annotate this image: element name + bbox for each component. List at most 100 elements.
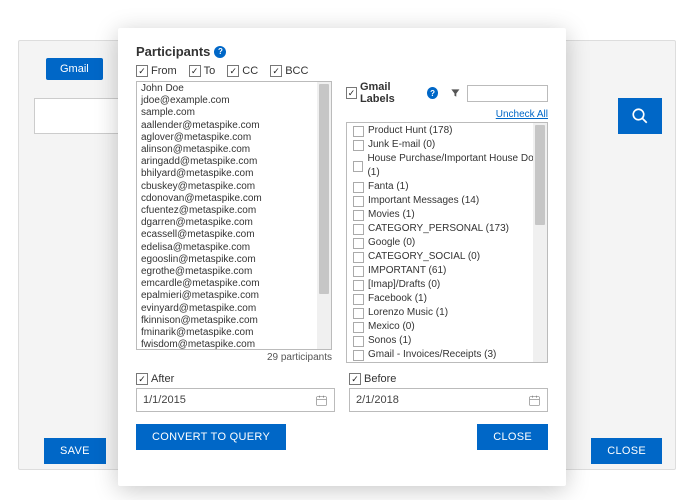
participants-heading: Participants ?: [136, 44, 548, 59]
label-checkbox[interactable]: [353, 252, 364, 263]
label-checkbox[interactable]: [353, 322, 364, 333]
participant-item[interactable]: ecassell@metaspike.com: [141, 229, 331, 241]
label-checkbox[interactable]: [353, 161, 363, 172]
label-text: Junk E-mail (0): [368, 138, 435, 152]
cc-checkbox[interactable]: ✓CC: [227, 65, 258, 77]
label-text: [Imap]/Drafts (0): [368, 278, 440, 292]
label-checkbox[interactable]: [353, 210, 364, 221]
calendar-icon: [315, 394, 328, 407]
label-text: CATEGORY_SOCIAL (0): [368, 250, 480, 264]
label-item[interactable]: Important Messages (14): [353, 194, 547, 208]
label-checkbox[interactable]: [353, 350, 364, 361]
participant-item[interactable]: fwisdom@metaspike.com: [141, 339, 331, 350]
participant-item[interactable]: edelisa@metaspike.com: [141, 242, 331, 254]
save-button[interactable]: SAVE: [44, 438, 106, 464]
participant-item[interactable]: John Doe: [141, 83, 331, 95]
participant-item[interactable]: cdonovan@metaspike.com: [141, 193, 331, 205]
label-item[interactable]: TestWithSlash/Hohoh (0): [353, 362, 547, 363]
search-button[interactable]: [618, 98, 662, 134]
label-checkbox[interactable]: [353, 182, 364, 193]
label-item[interactable]: Movies (1): [353, 208, 547, 222]
label-text: Movies (1): [368, 208, 415, 222]
participant-item[interactable]: aringadd@metaspike.com: [141, 156, 331, 168]
label-checkbox[interactable]: [353, 140, 364, 151]
label-item[interactable]: Junk E-mail (0): [353, 138, 547, 152]
label-item[interactable]: Product Hunt (178): [353, 124, 547, 138]
label-item[interactable]: CATEGORY_SOCIAL (0): [353, 250, 547, 264]
participant-item[interactable]: emcardle@metaspike.com: [141, 278, 331, 290]
label-item[interactable]: Google (0): [353, 236, 547, 250]
participant-item[interactable]: cfuentez@metaspike.com: [141, 205, 331, 217]
before-checkbox[interactable]: ✓Before: [349, 373, 396, 385]
after-date-input[interactable]: 1/1/2015: [136, 388, 335, 412]
from-checkbox[interactable]: ✓From: [136, 65, 177, 77]
label-text: IMPORTANT (61): [368, 264, 446, 278]
label-checkbox[interactable]: [353, 336, 364, 347]
uncheck-all-link[interactable]: Uncheck All: [346, 109, 548, 120]
label-item[interactable]: Mexico (0): [353, 320, 547, 334]
info-icon[interactable]: ?: [427, 87, 438, 99]
participant-item[interactable]: fminarik@metaspike.com: [141, 327, 331, 339]
label-checkbox[interactable]: [353, 238, 364, 249]
participants-listbox[interactable]: John Doejdoe@example.comsample.comaallen…: [136, 81, 332, 350]
scrollbar-thumb[interactable]: [535, 125, 545, 225]
filter-modal: Participants ? ✓From ✓To ✓CC ✓BCC John D…: [118, 28, 566, 486]
participant-item[interactable]: jdoe@example.com: [141, 95, 331, 107]
participant-item[interactable]: fkinnison@metaspike.com: [141, 315, 331, 327]
label-item[interactable]: Gmail - Invoices/Receipts (3): [353, 348, 547, 362]
label-checkbox[interactable]: [353, 280, 364, 291]
participant-item[interactable]: aglover@metaspike.com: [141, 132, 331, 144]
label-item[interactable]: Facebook (1): [353, 292, 547, 306]
label-checkbox[interactable]: [353, 308, 364, 319]
participant-item[interactable]: sample.com: [141, 107, 331, 119]
gmail-labels-checkbox[interactable]: ✓Gmail Labels: [346, 81, 421, 105]
scrollbar-thumb[interactable]: [319, 84, 329, 294]
before-date-input[interactable]: 2/1/2018: [349, 388, 548, 412]
info-icon[interactable]: ?: [214, 46, 226, 58]
participant-item[interactable]: bhilyard@metaspike.com: [141, 168, 331, 180]
participant-item[interactable]: evinyard@metaspike.com: [141, 303, 331, 315]
participant-item[interactable]: alinson@metaspike.com: [141, 144, 331, 156]
calendar-icon: [528, 394, 541, 407]
label-text: Important Messages (14): [368, 194, 479, 208]
close-button[interactable]: CLOSE: [477, 424, 548, 450]
label-item[interactable]: Sonos (1): [353, 334, 547, 348]
filter-icon[interactable]: [450, 87, 461, 99]
scrollbar[interactable]: [317, 82, 331, 349]
label-text: Gmail - Invoices/Receipts (3): [368, 348, 496, 362]
scrollbar[interactable]: [533, 123, 547, 362]
participant-item[interactable]: aallender@metaspike.com: [141, 120, 331, 132]
label-checkbox[interactable]: [353, 224, 364, 235]
to-checkbox[interactable]: ✓To: [189, 65, 216, 77]
label-text: Mexico (0): [368, 320, 415, 334]
label-text: House Purchase/Important House Docs (1): [367, 152, 547, 180]
label-checkbox[interactable]: [353, 266, 364, 277]
tab-gmail[interactable]: Gmail: [46, 58, 103, 80]
label-filter-input[interactable]: [467, 85, 548, 102]
label-item[interactable]: [Imap]/Drafts (0): [353, 278, 547, 292]
participant-item[interactable]: dgarren@metaspike.com: [141, 217, 331, 229]
participant-item[interactable]: epalmieri@metaspike.com: [141, 290, 331, 302]
label-checkbox[interactable]: [353, 126, 364, 137]
convert-to-query-button[interactable]: CONVERT TO QUERY: [136, 424, 286, 450]
participants-field-checks: ✓From ✓To ✓CC ✓BCC: [136, 65, 548, 77]
label-item[interactable]: House Purchase/Important House Docs (1): [353, 152, 547, 180]
label-item[interactable]: CATEGORY_PERSONAL (173): [353, 222, 547, 236]
label-checkbox[interactable]: [353, 294, 364, 305]
label-text: TestWithSlash/Hohoh (0): [368, 362, 479, 363]
label-item[interactable]: Lorenzo Music (1): [353, 306, 547, 320]
after-checkbox[interactable]: ✓After: [136, 373, 174, 385]
label-text: Lorenzo Music (1): [368, 306, 448, 320]
label-item[interactable]: IMPORTANT (61): [353, 264, 547, 278]
participants-count: 29 participants: [136, 352, 332, 363]
label-item[interactable]: Fanta (1): [353, 180, 547, 194]
participant-item[interactable]: egrothe@metaspike.com: [141, 266, 331, 278]
label-checkbox[interactable]: [353, 196, 364, 207]
close-button-bg[interactable]: CLOSE: [591, 438, 662, 464]
label-text: CATEGORY_PERSONAL (173): [368, 222, 509, 236]
participant-item[interactable]: egooslin@metaspike.com: [141, 254, 331, 266]
labels-listbox[interactable]: Product Hunt (178)Junk E-mail (0)House P…: [346, 122, 548, 363]
participant-item[interactable]: cbuskey@metaspike.com: [141, 181, 331, 193]
bcc-checkbox[interactable]: ✓BCC: [270, 65, 308, 77]
search-icon: [631, 107, 649, 125]
